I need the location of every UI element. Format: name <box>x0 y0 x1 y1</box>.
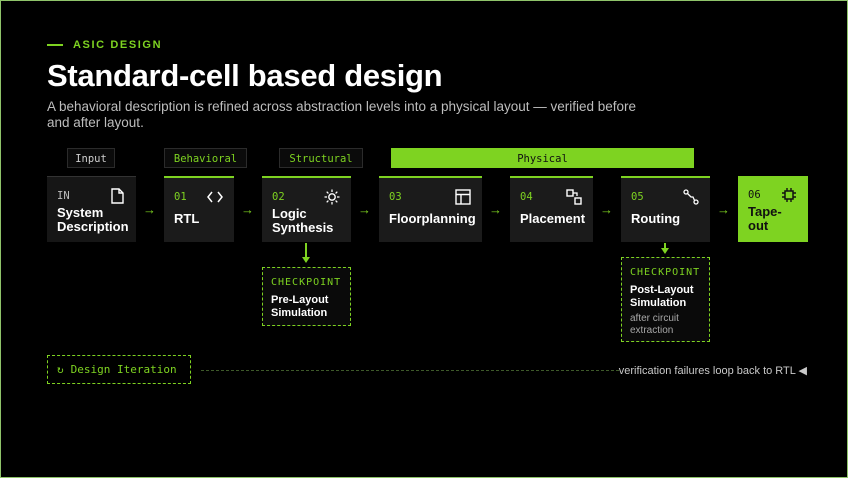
loop-back-line <box>201 370 619 371</box>
step-number: 02 <box>272 191 285 203</box>
checkpoint-title: Post-Layout Simulation <box>630 284 694 309</box>
checkpoint-connector <box>305 243 307 257</box>
flow-arrow: → <box>600 202 613 217</box>
step-label: Routing <box>631 211 681 226</box>
step-floorplanning: 03 Floorplanning <box>379 176 482 242</box>
checkpoint-pre-layout: CHECKPOINT Pre-Layout Simulation <box>262 267 351 326</box>
document-icon <box>111 188 124 204</box>
step-routing: 05 Routing <box>621 176 710 242</box>
refresh-icon: ↻ <box>57 363 64 376</box>
layout-grid-icon <box>455 189 471 205</box>
flow-arrow: → <box>241 202 254 217</box>
step-label: Tape-out <box>748 204 782 233</box>
stage-tag-physical: Physical <box>391 148 694 168</box>
eyebrow-label: ASIC DESIGN <box>73 39 163 51</box>
stage-tag-input: Input <box>67 148 115 168</box>
design-iteration-label: Design Iteration <box>70 363 177 376</box>
step-tape-out: 06 Tape-out <box>738 176 808 242</box>
step-number: IN <box>57 190 70 202</box>
checkpoint-post-layout: CHECKPOINT Post-Layout Simulation after … <box>621 257 710 342</box>
step-number: 05 <box>631 191 644 203</box>
step-number: 06 <box>748 189 761 201</box>
stage-tag-structural: Structural <box>279 148 363 168</box>
checkpoint-heading: CHECKPOINT <box>271 277 342 288</box>
checkpoint-title: Pre-Layout Simulation <box>271 294 329 319</box>
step-label: RTL <box>174 211 200 226</box>
flow-arrow: → <box>717 202 730 217</box>
eyebrow: ASIC DESIGN <box>47 39 162 51</box>
flow-arrow: → <box>358 202 371 217</box>
step-label: Placement <box>520 211 586 226</box>
arrow-down-icon <box>302 257 310 263</box>
design-iteration-badge: ↻ Design Iteration <box>47 355 191 384</box>
step-rtl: 01 RTL <box>164 176 234 242</box>
step-number: 03 <box>389 191 402 203</box>
chip-icon <box>782 188 796 202</box>
stage-tag-behavioral: Behavioral <box>164 148 247 168</box>
step-logic-synthesis: 02 Logic Synthesis <box>262 176 351 242</box>
sun-gear-icon <box>324 189 340 205</box>
code-brackets-icon <box>207 191 223 203</box>
step-number: 01 <box>174 191 187 203</box>
arrow-down-icon <box>661 248 669 254</box>
step-number: 04 <box>520 191 533 203</box>
page-title: Standard-cell based design <box>47 58 443 93</box>
flow-arrow: → <box>143 202 156 217</box>
step-label: Logic Synthesis <box>272 206 334 235</box>
page-subtitle: A behavioral description is refined acro… <box>47 99 637 130</box>
route-icon <box>683 189 699 205</box>
flow-arrow: → <box>489 202 502 217</box>
checkpoint-note: after circuit extraction <box>630 313 679 336</box>
step-system-description: IN System Description <box>47 176 136 242</box>
step-label: Floorplanning <box>389 211 476 226</box>
loop-back-note: verification failures loop back to RTL ◀ <box>618 365 807 377</box>
checkpoint-heading: CHECKPOINT <box>630 267 701 278</box>
step-label: System Description <box>57 205 129 234</box>
placement-icon <box>566 189 582 205</box>
eyebrow-dash <box>47 44 63 46</box>
step-placement: 04 Placement <box>510 176 593 242</box>
